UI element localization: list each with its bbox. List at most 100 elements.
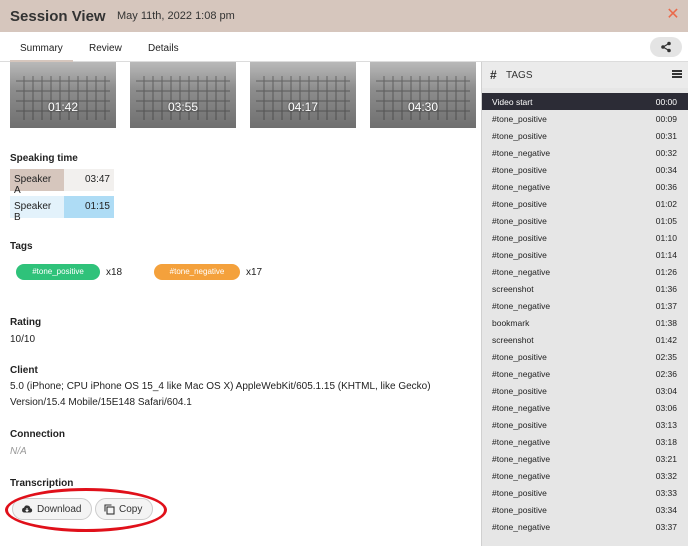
connection-label: Connection: [10, 429, 65, 440]
tag-list-item[interactable]: #tone_negative 01:26: [482, 263, 688, 280]
tag-time: 03:32: [655, 471, 677, 481]
tag-name: #tone_positive: [492, 488, 547, 498]
tag-time: 01:37: [655, 301, 677, 311]
page-title: Session View: [10, 8, 106, 25]
tag-list-item[interactable]: Video start 00:00: [482, 93, 688, 110]
tag-list-item[interactable]: #tone_positive 01:02: [482, 195, 688, 212]
tab-summary[interactable]: Summary: [10, 43, 73, 62]
tag-list-item[interactable]: #tone_positive 02:35: [482, 348, 688, 365]
tag-name: #tone_positive: [492, 250, 547, 260]
tag-time: 01:02: [655, 199, 677, 209]
tag-list-item[interactable]: #tone_negative 03:21: [482, 450, 688, 467]
tag-list-item[interactable]: #tone_negative 03:37: [482, 518, 688, 535]
summary-panel: 01:42 03:55 04:17 04:30 Speaking time Sp…: [0, 62, 480, 546]
video-thumbnail[interactable]: 04:30: [370, 62, 476, 128]
share-button[interactable]: [650, 37, 682, 57]
tag-time: 01:14: [655, 250, 677, 260]
tab-review[interactable]: Review: [89, 43, 122, 54]
tag-name: bookmark: [492, 318, 530, 328]
tag-list-item[interactable]: #tone_negative 02:36: [482, 365, 688, 382]
tag-name: #tone_negative: [492, 471, 551, 481]
tag-time: 00:36: [655, 182, 677, 192]
thumbnail-time: 04:30: [407, 100, 439, 114]
tags-panel-title: TAGS: [506, 70, 533, 81]
tag-list-item[interactable]: #tone_negative 03:18: [482, 433, 688, 450]
tag-time: 03:18: [655, 437, 677, 447]
share-icon: [661, 41, 671, 53]
tag-list-item[interactable]: #tone_negative 01:37: [482, 297, 688, 314]
tag-count: x18: [106, 267, 123, 278]
tab-details[interactable]: Details: [148, 43, 179, 54]
tag-list-item[interactable]: #tone_positive 00:31: [482, 127, 688, 144]
video-thumbnail[interactable]: 01:42: [10, 62, 116, 128]
tag-time: 00:31: [655, 131, 677, 141]
tag-name: screenshot: [492, 335, 534, 345]
tag-list-item[interactable]: #tone_positive 01:05: [482, 212, 688, 229]
tag-list-item[interactable]: screenshot 01:42: [482, 331, 688, 348]
tag-list-item[interactable]: #tone_positive 03:33: [482, 484, 688, 501]
speaker-row-b: Speaker B 01:15: [10, 196, 114, 223]
client-value-line1: 5.0 (iPhone; CPU iPhone OS 15_4 like Mac…: [10, 381, 431, 392]
speaker-name: Speaker B: [10, 196, 64, 223]
video-thumbnail[interactable]: 03:55: [130, 62, 236, 128]
session-date: May 11th, 2022 1:08 pm: [117, 10, 235, 22]
tag-name: #tone_negative: [492, 437, 551, 447]
tag-list-item[interactable]: #tone_positive 00:34: [482, 161, 688, 178]
copy-label: Copy: [119, 503, 143, 515]
thumbnail-time: 03:55: [167, 100, 199, 114]
tag-name: #tone_positive: [492, 216, 547, 226]
video-thumbnail[interactable]: 04:17: [250, 62, 356, 128]
tag-name: #tone_positive: [492, 131, 547, 141]
tag-time: 02:35: [655, 352, 677, 362]
tag-name: #tone_negative: [492, 454, 551, 464]
tag-name: #tone_positive: [492, 420, 547, 430]
tag-pill-positive[interactable]: #tone_positive: [16, 264, 100, 280]
tag-list-item[interactable]: #tone_positive 03:13: [482, 416, 688, 433]
tag-time: 01:36: [655, 284, 677, 294]
copy-icon: [104, 503, 115, 515]
tags-sidebar: # TAGS Video start 00:00 #tone_positive 00:…: [481, 62, 688, 546]
close-icon[interactable]: ✕: [666, 7, 680, 23]
speaking-time-label: Speaking time: [10, 153, 78, 164]
tag-time: 01:26: [655, 267, 677, 277]
cloud-download-icon: [22, 505, 33, 513]
download-button[interactable]: Download: [12, 498, 92, 520]
tag-list-item[interactable]: #tone_negative 00:32: [482, 144, 688, 161]
tag-list-item[interactable]: #tone_positive 03:04: [482, 382, 688, 399]
tag-time: 01:10: [655, 233, 677, 243]
tag-time: 01:42: [655, 335, 677, 345]
tag-name: #tone_negative: [492, 182, 551, 192]
tag-list-item[interactable]: #tone_positive 03:34: [482, 501, 688, 518]
tag-name: #tone_positive: [492, 386, 547, 396]
tag-pill-negative[interactable]: #tone_negative: [154, 264, 240, 280]
tag-name: #tone_positive: [492, 505, 547, 515]
hash-icon: #: [490, 68, 497, 82]
client-label: Client: [10, 365, 38, 376]
tag-time: 03:06: [655, 403, 677, 413]
speaker-row-a: Speaker A 03:47: [10, 169, 114, 196]
tags-label: Tags: [10, 241, 33, 252]
tag-list-item[interactable]: #tone_negative 03:06: [482, 399, 688, 416]
copy-button[interactable]: Copy: [95, 498, 153, 520]
tag-list-item[interactable]: #tone_negative 03:32: [482, 467, 688, 484]
tag-name: #tone_positive: [492, 114, 547, 124]
tag-name: #tone_positive: [492, 165, 547, 175]
tag-name: #tone_positive: [492, 199, 547, 209]
tag-list-item[interactable]: #tone_negative 00:36: [482, 178, 688, 195]
tag-list-item[interactable]: screenshot 01:36: [482, 280, 688, 297]
tab-bar: Summary Review Details: [0, 32, 688, 62]
tag-time: 00:34: [655, 165, 677, 175]
thumbnail-time: 04:17: [287, 100, 319, 114]
hamburger-menu-icon[interactable]: [672, 70, 682, 79]
tag-name: #tone_negative: [492, 369, 551, 379]
tag-list-item[interactable]: #tone_positive 00:09: [482, 110, 688, 127]
tag-list-item[interactable]: #tone_positive 01:10: [482, 229, 688, 246]
thumbnail-time: 01:42: [47, 100, 79, 114]
tag-time: 03:13: [655, 420, 677, 430]
tag-name: #tone_negative: [492, 148, 551, 158]
tag-name: #tone_negative: [492, 267, 551, 277]
tag-list-item[interactable]: bookmark 01:38: [482, 314, 688, 331]
tag-list-item[interactable]: #tone_positive 01:14: [482, 246, 688, 263]
tag-time: 00:09: [655, 114, 677, 124]
speaker-name: Speaker A: [10, 169, 64, 196]
